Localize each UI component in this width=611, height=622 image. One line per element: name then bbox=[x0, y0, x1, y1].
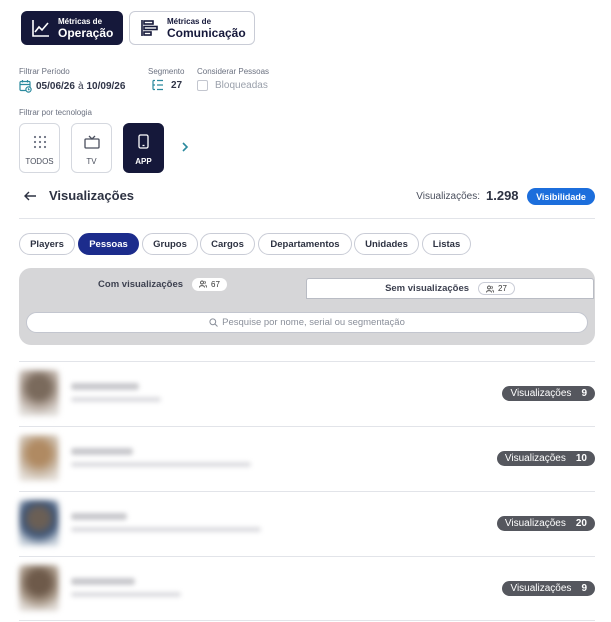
segment-filter[interactable]: 27 bbox=[152, 79, 182, 91]
views-badge-count: 10 bbox=[575, 453, 587, 464]
segment-count: 27 bbox=[171, 79, 183, 91]
search-icon bbox=[209, 318, 218, 327]
chevron-right-icon[interactable] bbox=[179, 140, 191, 154]
tech-filter-label: TODOS bbox=[25, 157, 54, 166]
search-input[interactable]: Pesquise por nome, serial ou segmentação bbox=[26, 312, 588, 333]
count-value: 27 bbox=[498, 284, 507, 293]
back-arrow-icon[interactable] bbox=[23, 190, 37, 202]
count-pill: 27 bbox=[478, 282, 515, 295]
bar-chart-horizontal-icon bbox=[141, 20, 158, 36]
tech-filter-tv[interactable]: TV bbox=[71, 123, 112, 173]
avatar bbox=[19, 500, 59, 546]
calendar-icon bbox=[19, 80, 32, 93]
metricas-comunicacao-button[interactable]: Métricas de Comunicação bbox=[129, 11, 255, 45]
tab-listas[interactable]: Listas bbox=[422, 233, 471, 255]
segment-filter-label: Segmento bbox=[148, 67, 185, 76]
person-detail-blurred bbox=[71, 397, 161, 402]
tab-departamentos[interactable]: Departamentos bbox=[258, 233, 352, 255]
person-detail-blurred bbox=[71, 527, 261, 532]
tab-pessoas[interactable]: Pessoas bbox=[78, 233, 139, 255]
blocked-checkbox[interactable] bbox=[197, 80, 208, 91]
tab-cargos[interactable]: Cargos bbox=[200, 233, 255, 255]
period-separator: à bbox=[77, 80, 84, 92]
tab-players[interactable]: Players bbox=[19, 233, 75, 255]
avatar bbox=[19, 370, 59, 416]
tab-label: Com visualizações bbox=[98, 278, 184, 290]
person-row[interactable]: Visualizações 9 bbox=[19, 361, 595, 425]
person-detail-blurred bbox=[71, 592, 181, 597]
period-filter[interactable]: 05/06/26 à 10/09/26 bbox=[19, 79, 125, 93]
views-badge-label: Visualizações bbox=[504, 518, 566, 529]
views-badge-label: Visualizações bbox=[504, 453, 566, 464]
list-tree-icon bbox=[152, 79, 163, 91]
views-badge: Visualizações 9 bbox=[502, 386, 595, 401]
person-name-blurred bbox=[71, 513, 127, 520]
tab-sem-visualizacoes[interactable]: Sem visualizações 27 bbox=[306, 278, 594, 299]
grid-dots-icon bbox=[33, 135, 46, 149]
metric-big-label: Operação bbox=[58, 25, 114, 40]
tab-com-visualizacoes[interactable]: Com visualizações 67 bbox=[19, 268, 306, 300]
avatar bbox=[19, 435, 59, 481]
tech-filter-todos[interactable]: TODOS bbox=[19, 123, 60, 173]
metric-small-label: Métricas de bbox=[58, 16, 103, 26]
metric-small-label: Métricas de bbox=[167, 16, 212, 26]
period-end: 10/09/26 bbox=[86, 80, 126, 92]
count-pill: 67 bbox=[192, 277, 227, 291]
tab-unidades[interactable]: Unidades bbox=[354, 233, 419, 255]
person-name-blurred bbox=[71, 448, 133, 455]
tab-grupos[interactable]: Grupos bbox=[142, 233, 198, 255]
people-filter-label: Considerar Pessoas bbox=[197, 67, 270, 76]
page-title: Visualizações bbox=[49, 188, 135, 203]
person-name-blurred bbox=[71, 578, 135, 585]
views-badge: Visualizações 20 bbox=[496, 516, 595, 531]
tab-label: Sem visualizações bbox=[385, 283, 470, 294]
divider bbox=[19, 218, 595, 219]
tech-filter-label: APP bbox=[135, 157, 152, 166]
tech-filter-app[interactable]: APP bbox=[123, 123, 164, 173]
views-badge: Visualizações 10 bbox=[496, 451, 595, 466]
smartphone-icon bbox=[138, 134, 149, 149]
total-views-count: 1.298 bbox=[486, 188, 519, 203]
views-badge-label: Visualizações bbox=[510, 388, 572, 399]
users-icon bbox=[199, 280, 207, 288]
avatar bbox=[19, 565, 59, 611]
users-icon bbox=[486, 285, 494, 293]
views-badge-count: 9 bbox=[581, 388, 587, 399]
person-row[interactable]: Visualizações 10 bbox=[19, 426, 595, 490]
tech-filter-label: Filtrar por tecnologia bbox=[19, 108, 92, 117]
line-chart-icon bbox=[32, 20, 49, 37]
metric-big-label: Comunicação bbox=[167, 25, 246, 40]
views-badge-count: 9 bbox=[581, 583, 587, 594]
divider bbox=[19, 620, 595, 621]
person-row[interactable]: Visualizações 20 bbox=[19, 491, 595, 555]
blocked-checkbox-label: Bloqueadas bbox=[215, 80, 268, 91]
total-views-label: Visualizações: bbox=[416, 191, 480, 202]
period-filter-label: Filtrar Período bbox=[19, 67, 70, 76]
visibility-badge[interactable]: Visibilidade bbox=[527, 188, 595, 205]
tv-icon bbox=[83, 135, 100, 149]
person-detail-blurred bbox=[71, 462, 251, 467]
metricas-operacao-button[interactable]: Métricas de Operação bbox=[21, 11, 123, 45]
views-badge: Visualizações 9 bbox=[502, 581, 595, 596]
person-row[interactable]: Visualizações 9 bbox=[19, 556, 595, 620]
count-value: 67 bbox=[211, 279, 220, 289]
views-badge-count: 20 bbox=[575, 518, 587, 529]
period-start: 05/06/26 bbox=[36, 80, 75, 92]
views-badge-label: Visualizações bbox=[510, 583, 572, 594]
person-name-blurred bbox=[71, 383, 139, 390]
tech-filter-label: TV bbox=[86, 157, 97, 166]
search-placeholder: Pesquise por nome, serial ou segmentação bbox=[222, 317, 405, 328]
